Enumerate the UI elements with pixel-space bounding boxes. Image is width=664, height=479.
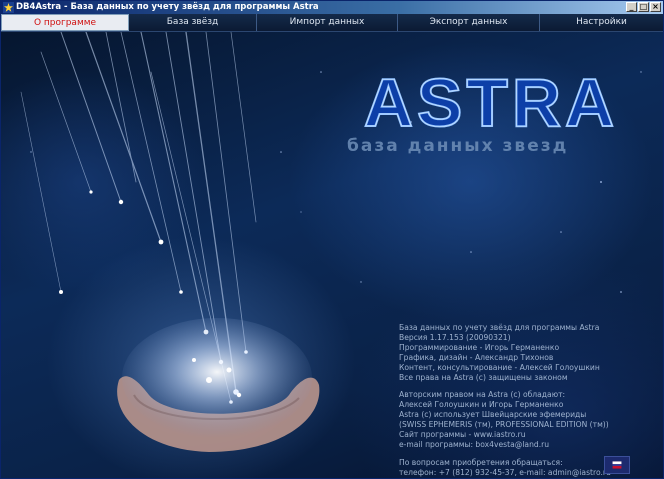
- astra-logo: ASTRA ASTRA: [363, 64, 618, 134]
- window-controls: _ □ ×: [626, 2, 661, 12]
- svg-text:ASTRA: ASTRA: [364, 65, 618, 134]
- minimize-button[interactable]: _: [626, 2, 637, 12]
- about-info: База данных по учету звёзд для программы…: [399, 323, 649, 478]
- about-splash: ASTRA ASTRA база данных звезд База данны…: [1, 32, 663, 478]
- tab-export-data[interactable]: Экспорт данных: [398, 14, 540, 31]
- info-line: Astra (с) использует Швейцарские эфемери…: [399, 410, 587, 420]
- tab-star-database[interactable]: База звёзд: [129, 14, 257, 31]
- info-line: Алексей Голоушкин и Игорь Германенко: [399, 400, 564, 410]
- website-link[interactable]: Сайт программы - www.iastro.ru: [399, 430, 649, 440]
- close-button[interactable]: ×: [650, 2, 661, 12]
- info-line: Программирование - Игорь Германенко: [399, 342, 560, 352]
- info-line: Контент, консультирование - Алексей Голо…: [399, 362, 600, 372]
- maximize-button[interactable]: □: [638, 2, 649, 12]
- astra-app-icon: [3, 2, 14, 13]
- info-line: Все права на Astra (с) защищены законом: [399, 372, 568, 382]
- window-title: DB4Astra - База данных по учету звёзд дл…: [16, 2, 319, 12]
- email-link[interactable]: e-mail программы: box4vesta@land.ru: [399, 440, 649, 450]
- flag-icon[interactable]: [604, 456, 630, 474]
- cupped-hands-image: [117, 318, 320, 452]
- title-bar[interactable]: DB4Astra - База данных по учету звёзд дл…: [1, 1, 663, 14]
- info-line: База данных по учету звёзд для программы…: [399, 323, 600, 332]
- info-line: Авторским правом на Astra (с) обладают:: [399, 390, 566, 400]
- tab-about[interactable]: О программе: [1, 14, 129, 31]
- info-version: Версия 1.17.153 (20090321): [399, 332, 511, 342]
- tab-import-data[interactable]: Импорт данных: [257, 14, 398, 31]
- info-line: (SWISS EPHEMERIS (тм), PROFESSIONAL EDIT…: [399, 420, 609, 430]
- splash-subtitle: база данных звезд: [347, 136, 569, 156]
- main-tabs: О программе База звёзд Импорт данных Экс…: [1, 14, 663, 32]
- tab-settings[interactable]: Настройки: [540, 14, 663, 31]
- app-window: DB4Astra - База данных по учету звёзд дл…: [0, 0, 664, 479]
- info-line: Графика, дизайн - Александр Тихонов: [399, 352, 554, 362]
